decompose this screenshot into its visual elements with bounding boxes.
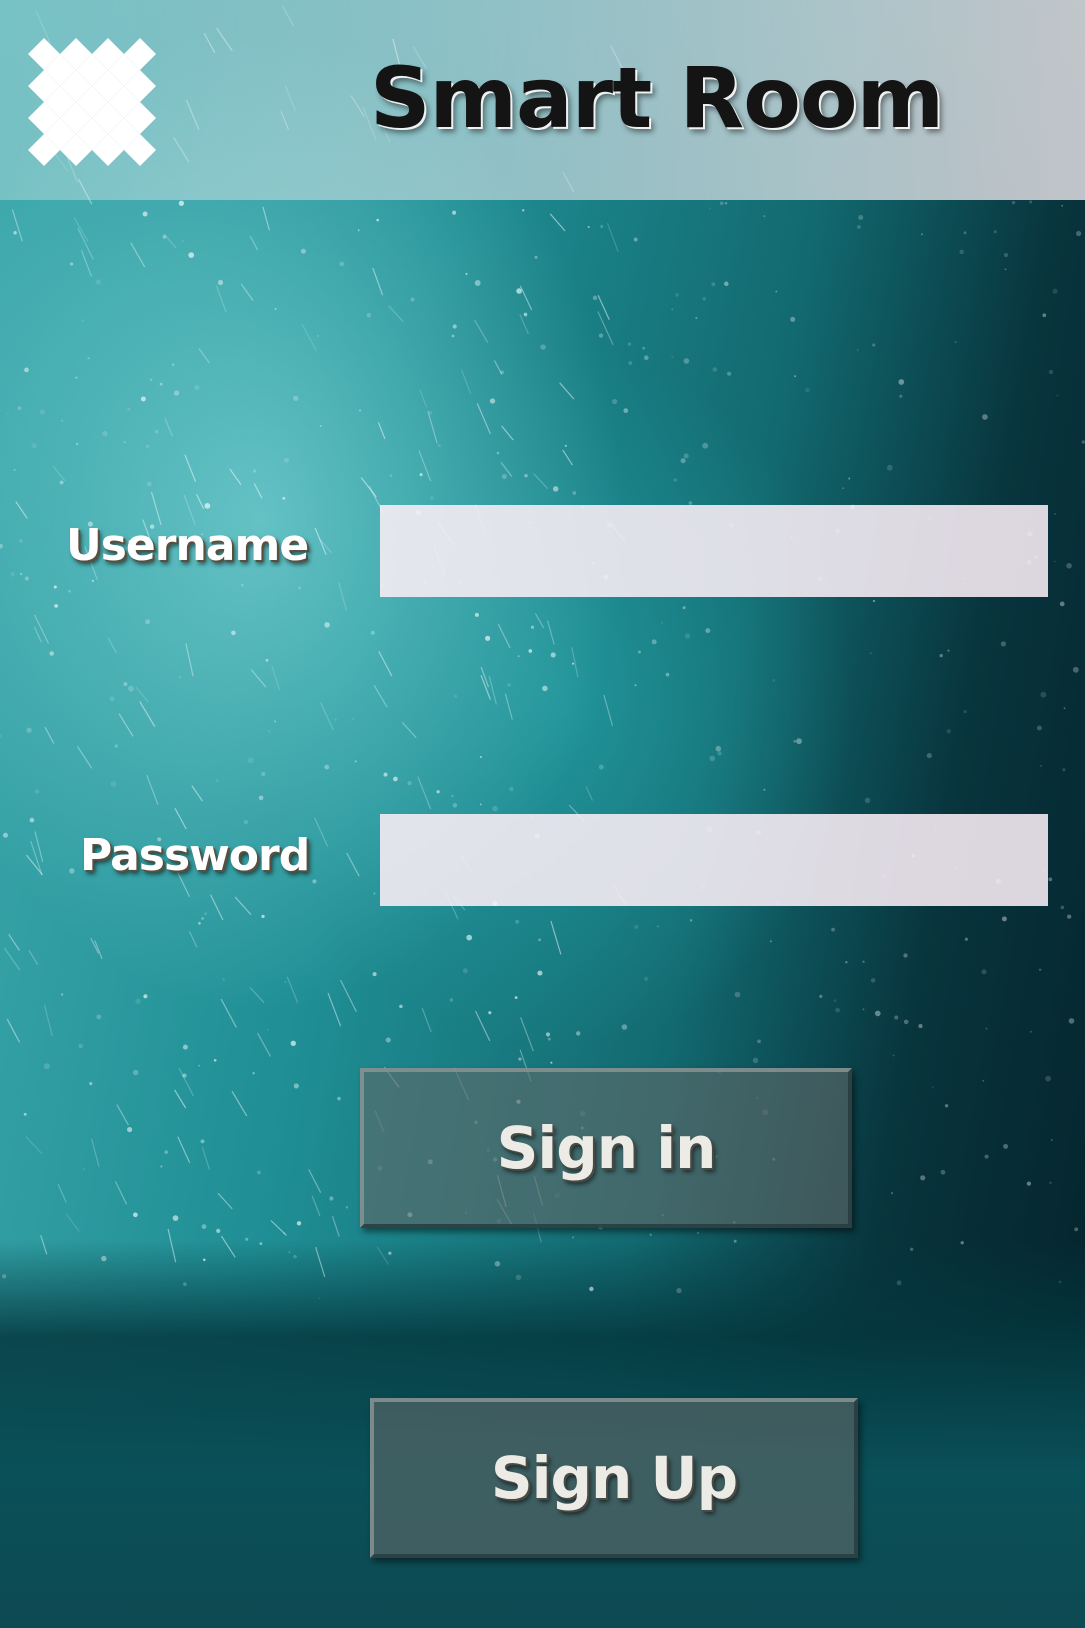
sign-up-button[interactable]: Sign Up: [370, 1398, 858, 1558]
app-title: Smart Room: [370, 49, 944, 147]
password-label: Password: [80, 830, 310, 881]
username-field[interactable]: [380, 505, 1048, 597]
username-label: Username: [66, 520, 309, 571]
checkerboard-logo-icon: [28, 38, 156, 166]
sign-in-button[interactable]: Sign in: [360, 1068, 852, 1228]
header-bar: Smart Room: [0, 0, 1085, 200]
password-field[interactable]: [380, 814, 1048, 906]
login-screen: Smart Room Username Password Sign in Sig…: [0, 0, 1085, 1628]
